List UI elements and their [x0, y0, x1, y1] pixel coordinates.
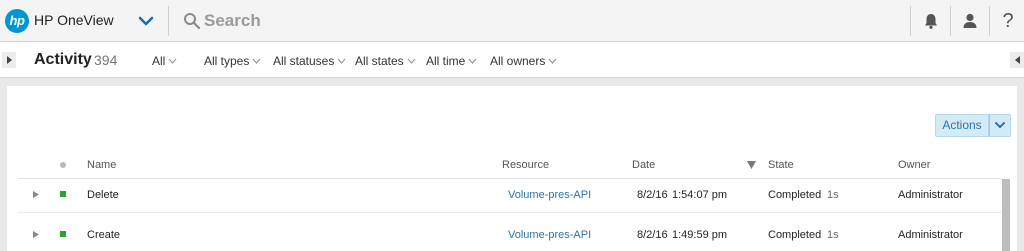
row-time: 1:54:07 pm	[672, 189, 728, 201]
help-icon[interactable]: ?	[997, 7, 1019, 35]
divider	[18, 178, 1002, 179]
status-ok-icon	[60, 191, 66, 197]
filter-states[interactable]: All states	[355, 54, 416, 68]
row-time: 1:49:59 pm	[672, 229, 728, 241]
filter-label: All states	[355, 54, 404, 68]
expand-left-panel-icon[interactable]	[2, 52, 16, 68]
row-date: 8/2/16	[637, 229, 668, 241]
row-owner: Administrator	[898, 229, 963, 241]
table-scrollbar[interactable]	[1002, 179, 1010, 251]
expand-row-icon[interactable]	[32, 230, 40, 239]
chevron-down-icon	[548, 58, 557, 64]
chevron-down-icon	[337, 58, 346, 64]
filter-label: All statuses	[273, 54, 335, 68]
row-state: Completed	[768, 229, 822, 241]
hp-logo-icon[interactable]: hp	[5, 9, 29, 33]
actions-button[interactable]: Actions	[935, 114, 989, 137]
chevron-down-icon	[252, 58, 261, 64]
status-column-header[interactable]	[60, 162, 66, 168]
bell-icon[interactable]	[920, 10, 942, 32]
chevron-down-icon	[995, 122, 1005, 128]
filter-time[interactable]: All time	[426, 54, 477, 68]
row-state: Completed	[768, 189, 822, 201]
row-resource-link[interactable]: Volume-pres-API	[508, 229, 591, 241]
filter-label: All time	[426, 54, 466, 68]
chevron-down-icon[interactable]	[136, 12, 156, 30]
expand-row-icon[interactable]	[32, 190, 40, 199]
divider	[989, 6, 990, 36]
row-owner: Administrator	[898, 189, 963, 201]
filter-statuses[interactable]: All statuses	[273, 54, 346, 68]
row-name: Create	[87, 229, 121, 241]
chevron-down-icon	[407, 58, 416, 64]
column-header-state[interactable]: State	[768, 159, 794, 171]
filter-label: All	[152, 54, 166, 68]
row-name: Delete	[87, 189, 119, 201]
sort-desc-icon[interactable]	[747, 161, 756, 169]
search-input[interactable]	[204, 8, 504, 34]
user-icon[interactable]	[959, 10, 981, 32]
row-date: 8/2/16	[637, 189, 668, 201]
expand-right-panel-icon[interactable]	[1010, 52, 1024, 68]
filter-types[interactable]: All types	[204, 54, 261, 68]
row-duration: 1s	[827, 189, 839, 201]
status-ok-icon	[60, 231, 66, 237]
divider	[168, 6, 169, 36]
actions-dropdown-button[interactable]	[989, 114, 1011, 137]
page-title: Activity	[34, 51, 92, 68]
divider	[910, 6, 911, 36]
column-header-name[interactable]: Name	[87, 159, 116, 171]
divider	[950, 6, 951, 36]
column-header-resource[interactable]: Resource	[502, 159, 549, 171]
activity-count: 394	[94, 52, 118, 68]
filter-bar: Activity 394 All All types All statuses …	[0, 42, 1024, 78]
app-name[interactable]: HP OneView	[34, 12, 114, 28]
chevron-down-icon	[168, 58, 177, 64]
top-header: hp HP OneView ?	[0, 0, 1024, 42]
chevron-down-icon	[468, 58, 477, 64]
divider	[18, 212, 1002, 213]
row-resource-link[interactable]: Volume-pres-API	[508, 189, 591, 201]
filter-owners[interactable]: All owners	[490, 54, 557, 68]
filter-label: All types	[204, 54, 250, 68]
column-header-owner[interactable]: Owner	[898, 159, 930, 171]
filter-label: All owners	[490, 54, 546, 68]
column-header-date[interactable]: Date	[632, 159, 655, 171]
row-duration: 1s	[827, 229, 839, 241]
search-icon	[184, 13, 201, 30]
filter-all[interactable]: All	[152, 54, 177, 68]
